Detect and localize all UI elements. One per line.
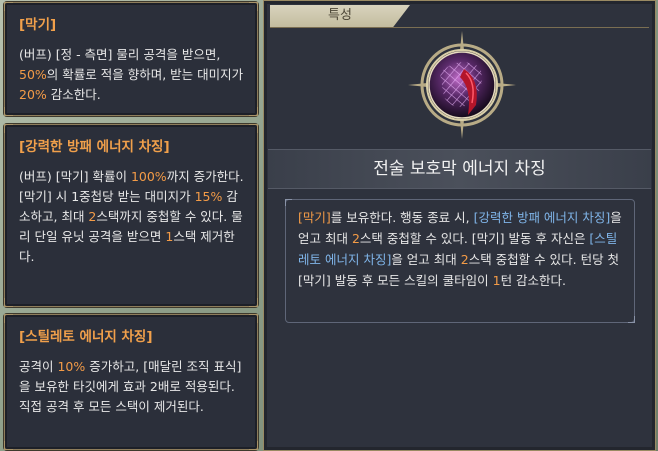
card-corner	[249, 314, 258, 323]
description-text: 감소한다.	[46, 87, 101, 102]
trait-description-box: [막기]를 보유한다. 행동 종료 시, [강력한 방패 에너지 차징] 을 얻고…	[285, 199, 635, 323]
description-text: 를 보유한다. 행동 종료 시,	[330, 210, 474, 225]
card-corner	[4, 298, 13, 307]
description-text: 의 확률로 적을 향하며, 받는 대미지가	[46, 67, 244, 82]
trait-description: [막기]를 보유한다. 행동 종료 시, [강력한 방패 에너지 차징] 을 얻고…	[298, 207, 624, 291]
trait-panel: 특성 전술 보호막 에너지 차징 [막기]를 보유한다. 행동 종료 시, [강…	[263, 0, 656, 451]
buff-card-block: [막기] (버프) [정 - 측면] 물리 공격을 받으면, 50%의 확률로 …	[4, 2, 258, 116]
highlight-value: 15%	[194, 189, 223, 204]
linked-buff-text: [강력한 방패 에너지 차징]	[473, 210, 611, 225]
highlight-value: 2	[351, 231, 360, 246]
card-description: (버프) [정 - 측면] 물리 공격을 받으면, 50%의 확률로 적을 향하…	[19, 45, 245, 105]
card-corner	[249, 298, 258, 307]
description-text: (버프) [막기] 확률이	[19, 169, 131, 184]
highlight-value: [막기]	[298, 210, 331, 225]
highlight-value: 50%	[19, 67, 47, 82]
description-text: 턴 감소한다.	[500, 273, 567, 288]
card-corner	[4, 441, 13, 450]
card-corner	[4, 2, 13, 11]
card-description: (버프) [막기] 확률이 100%까지 증가한다. [막기] 시 1중첩당 받…	[19, 167, 245, 267]
tab-divider	[270, 27, 649, 28]
description-text: (버프) [정 - 측면] 물리 공격을 받으면,	[19, 47, 221, 62]
card-corner	[249, 107, 258, 116]
card-corner	[249, 2, 258, 11]
highlight-value: 10%	[57, 359, 86, 374]
card-header: [스틸레토 에너지 차징]	[19, 329, 153, 345]
card-header: [막기]	[19, 17, 57, 33]
buff-card-stiletto-energy: [스틸레토 에너지 차징] 공격이 10% 증가하고, [매달린 조직 표식]을…	[4, 314, 258, 450]
description-text: 을 얻고 최대	[391, 252, 461, 267]
tab-trait[interactable]: 특성	[270, 5, 410, 27]
card-corner	[249, 124, 258, 133]
description-text: 공격이	[19, 359, 58, 374]
box-corner	[628, 316, 635, 323]
shield-energy-emblem-icon	[406, 29, 518, 141]
card-corner	[4, 107, 13, 116]
card-header: [강력한 방패 에너지 차징]	[19, 139, 170, 155]
card-description: 공격이 10% 증가하고, [매달린 조직 표식]을 보유한 타깃에게 효과 2…	[19, 357, 245, 417]
highlight-value: 100%	[130, 169, 167, 184]
trait-title: 전술 보호막 에너지 차징	[268, 149, 651, 189]
description-text: 스택 중첩할 수 있다. [막기] 발동 후 자신은	[359, 231, 590, 246]
card-corner	[4, 314, 13, 323]
card-corner	[4, 124, 13, 133]
highlight-value: 20%	[19, 87, 47, 102]
card-corner	[249, 441, 258, 450]
highlight-value: 1	[492, 273, 501, 288]
highlight-value: 2	[460, 252, 469, 267]
buff-card-shield-energy: [강력한 방패 에너지 차징] (버프) [막기] 확률이 100%까지 증가한…	[4, 124, 258, 307]
box-corner	[285, 199, 292, 206]
